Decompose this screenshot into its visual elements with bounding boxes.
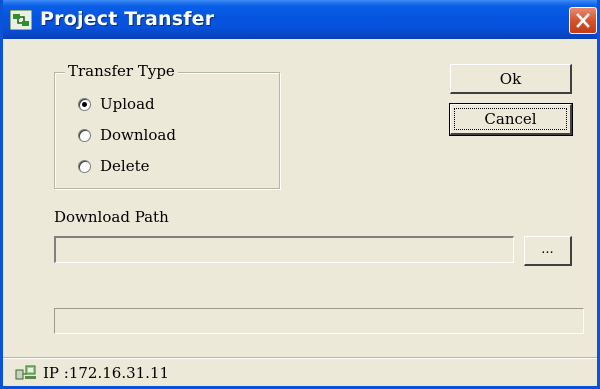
radio-selected-dot <box>82 102 87 107</box>
radio-label: Upload <box>100 95 155 113</box>
radio-circle <box>78 160 91 173</box>
transfer-progress-bar <box>54 308 584 334</box>
radio-circle <box>78 98 91 111</box>
status-bar: IP :172.16.31.11 <box>3 357 597 386</box>
browse-button-label: ... <box>541 242 554 257</box>
close-button[interactable] <box>569 7 597 34</box>
browse-button[interactable]: ... <box>524 236 572 266</box>
radio-circle <box>78 129 91 142</box>
download-path-label: Download Path <box>54 208 169 226</box>
ok-button[interactable]: Ok <box>450 64 572 94</box>
close-icon <box>576 13 590 28</box>
window-title: Project Transfer <box>40 8 215 30</box>
ok-button-label: Ok <box>499 70 522 88</box>
radio-label: Delete <box>100 157 150 175</box>
title-bar[interactable]: Project Transfer <box>3 0 597 39</box>
cancel-button[interactable]: Cancel <box>449 103 573 136</box>
network-icon <box>15 365 36 380</box>
transfer-type-title: Transfer Type <box>65 62 178 80</box>
download-path-input[interactable] <box>54 236 514 263</box>
status-ip-text: IP :172.16.31.11 <box>43 364 170 382</box>
focus-rectangle <box>454 108 567 130</box>
app-icon <box>10 10 32 30</box>
project-transfer-window: Project Transfer Transfer Type Upload Do… <box>0 0 600 389</box>
radio-label: Download <box>100 126 176 144</box>
